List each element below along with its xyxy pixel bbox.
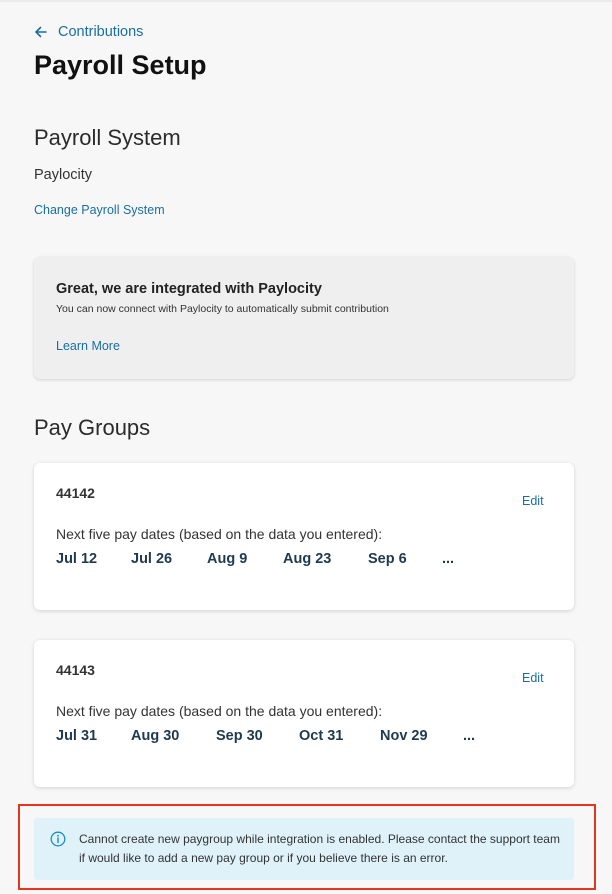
pay-date: Nov 29 [380,728,428,744]
pay-date: Sep 6 [368,551,407,567]
info-icon [50,831,66,847]
pay-date: Jul 26 [131,551,173,567]
pay-date: Sep 30 [216,728,263,744]
edit-pay-group-button[interactable]: Edit [522,671,544,685]
arrow-left-icon [35,26,47,38]
pay-date-ellipsis: ... [463,728,476,744]
alert-message: Cannot create new paygroup while integra… [79,832,560,865]
pay-group-card: 44143 Edit Next five pay dates (based on… [34,640,574,787]
pay-date: Aug 23 [283,551,332,567]
pay-group-id: 44142 [56,485,95,501]
integration-alert: Cannot create new paygroup while integra… [34,818,574,880]
integration-heading: Great, we are integrated with Paylocity [56,281,322,297]
back-link-label: Contributions [58,24,144,40]
edit-pay-group-button[interactable]: Edit [522,494,544,508]
pay-date-ellipsis: ... [442,551,455,567]
pay-date: Jul 31 [56,728,98,744]
integration-status-card: Great, we are integrated with Paylocity … [34,257,574,379]
change-payroll-system-link[interactable]: Change Payroll System [34,203,165,217]
pay-groups-heading: Pay Groups [34,415,151,440]
back-to-contributions-link[interactable]: Contributions [34,24,143,40]
top-divider [0,0,612,2]
pay-date: Aug 30 [131,728,180,744]
pay-date: Oct 31 [299,728,344,744]
payroll-system-heading: Payroll System [34,125,181,150]
integration-description: You can now connect with Paylocity to au… [56,303,389,315]
learn-more-link[interactable]: Learn More [56,339,120,353]
pay-date: Jul 12 [56,551,98,567]
pay-group-id: 44143 [56,662,95,678]
pay-date: Aug 9 [207,551,248,567]
pay-dates-label: Next five pay dates (based on the data y… [56,526,383,542]
payroll-system-name: Paylocity [34,167,93,183]
pay-dates-label: Next five pay dates (based on the data y… [56,703,383,719]
pay-group-card: 44142 Edit Next five pay dates (based on… [34,463,574,610]
page-title: Payroll Setup [34,50,207,80]
